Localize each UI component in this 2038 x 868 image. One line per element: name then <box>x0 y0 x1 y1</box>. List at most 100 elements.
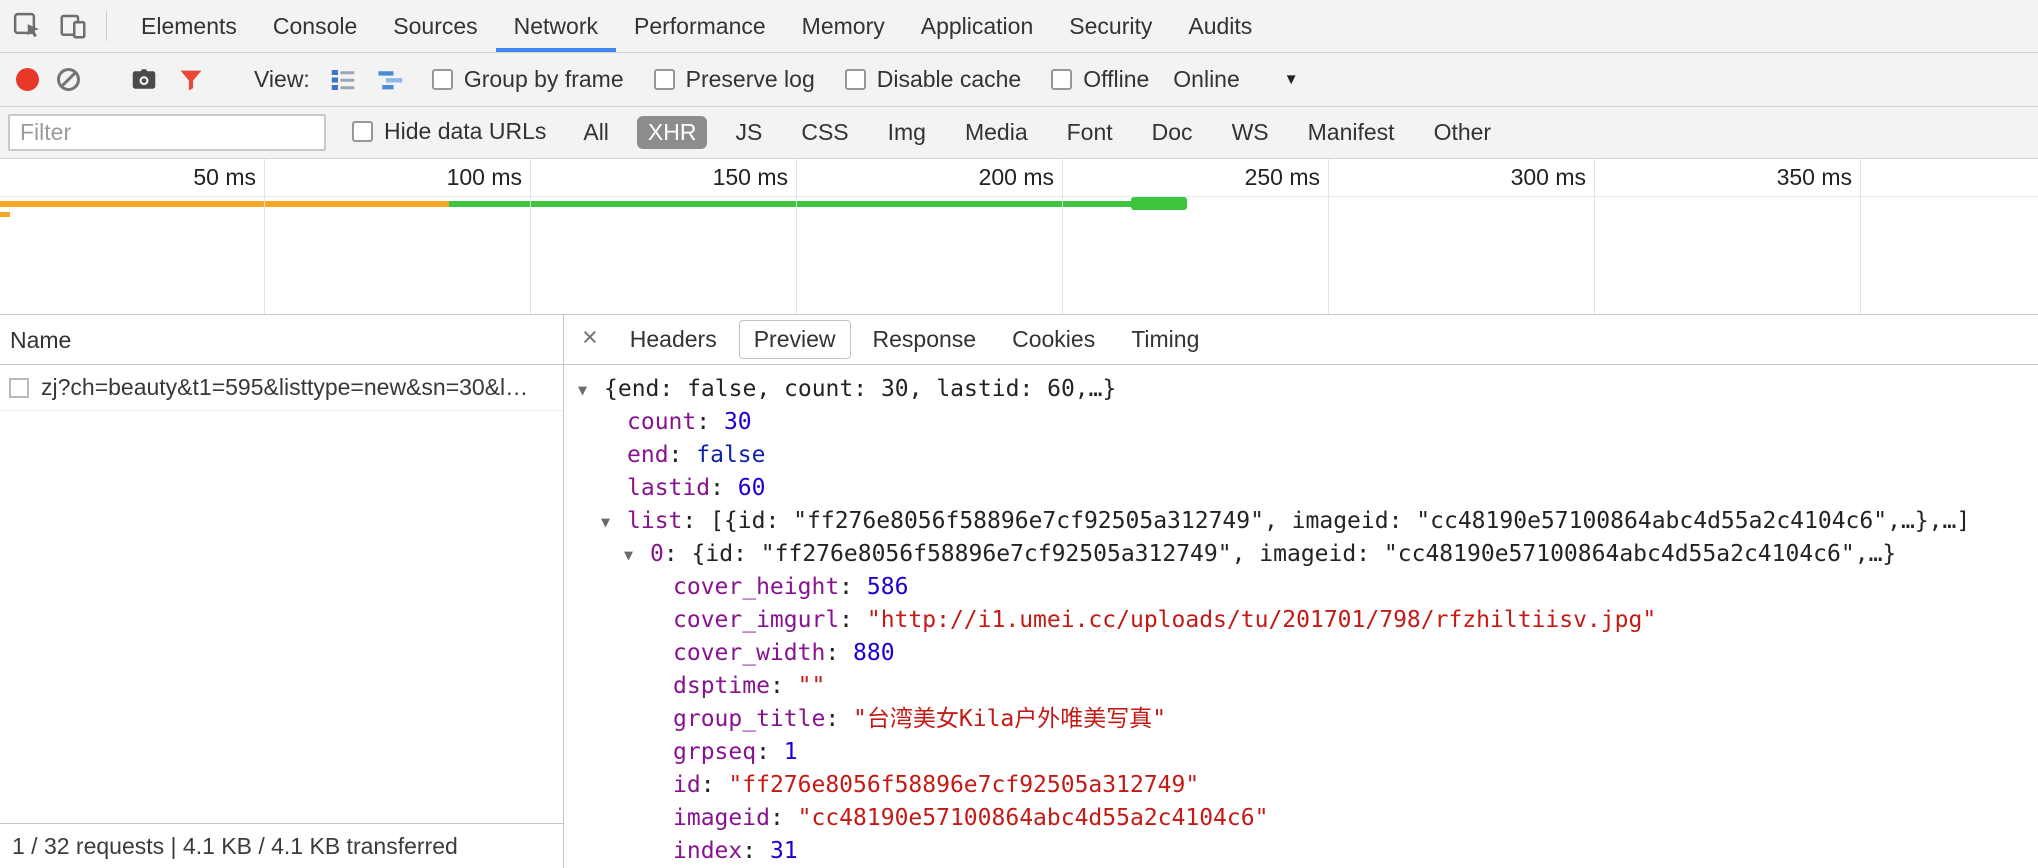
overview-tick-label: 50 ms <box>46 159 256 196</box>
checkbox-hide-data-urls-label: Hide data URLs <box>384 118 546 145</box>
requests-summary-bar: 1 / 32 requests | 4.1 KB / 4.1 KB transf… <box>0 823 563 868</box>
tree-row[interactable]: end: false <box>564 439 2038 472</box>
tree-seg-plain: : [{id: "ff276e8056f58896e7cf92505a31274… <box>682 508 1970 534</box>
checkbox-disable-cache[interactable]: Disable cache <box>845 66 1021 93</box>
tab-memory[interactable]: Memory <box>784 0 903 52</box>
filter-type-other[interactable]: Other <box>1423 116 1503 149</box>
tab-network[interactable]: Network <box>496 0 616 52</box>
tree-seg-plain: : {id: "ff276e8056f58896e7cf92505a312749… <box>664 541 1896 567</box>
timeline-overview[interactable]: 50 ms100 ms150 ms200 ms250 ms300 ms350 m… <box>0 159 2038 315</box>
filter-funnel-icon[interactable] <box>177 66 205 94</box>
overview-waterfall-icon[interactable] <box>376 65 406 95</box>
tree-row[interactable]: ▼list: [{id: "ff276e8056f58896e7cf92505a… <box>564 505 2038 538</box>
overview-gridline <box>1594 159 1595 314</box>
tree-seg-key: dsptime <box>673 673 770 699</box>
filter-type-css[interactable]: CSS <box>790 116 859 149</box>
tree-seg-plain: : <box>701 772 729 798</box>
detail-tab-response[interactable]: Response <box>859 321 991 358</box>
close-detail-icon[interactable]: × <box>572 322 608 357</box>
tree-row[interactable]: lastid: 60 <box>564 472 2038 505</box>
tree-seg-str: "cc48190e57100864abc4d55a2c4104c6" <box>798 805 1269 831</box>
dropdown-arrow-icon[interactable]: ▼ <box>1284 71 1299 88</box>
checkbox-group-by-frame[interactable]: Group by frame <box>432 66 624 93</box>
tree-seg-plain: : <box>825 706 853 732</box>
filter-type-ws[interactable]: WS <box>1221 116 1280 149</box>
tab-elements[interactable]: Elements <box>123 0 255 52</box>
tree-seg-key: imageid <box>673 805 770 831</box>
filter-type-manifest[interactable]: Manifest <box>1297 116 1406 149</box>
detail-tab-timing[interactable]: Timing <box>1117 321 1213 358</box>
filter-type-font[interactable]: Font <box>1056 116 1124 149</box>
tab-application[interactable]: Application <box>903 0 1052 52</box>
tab-security[interactable]: Security <box>1051 0 1170 52</box>
tab-performance[interactable]: Performance <box>616 0 784 52</box>
tree-row[interactable]: ▼0: {id: "ff276e8056f58896e7cf92505a3127… <box>564 538 2038 571</box>
detail-tabs: HeadersPreviewResponseCookiesTiming <box>616 320 1214 359</box>
tree-row[interactable]: grpseq: 1 <box>564 736 2038 769</box>
overview-tick-label: 100 ms <box>312 159 522 196</box>
tree-seg-key: 0 <box>650 541 664 567</box>
tree-seg-num: 30 <box>724 409 752 435</box>
tree-seg-plain: : <box>710 475 738 501</box>
tab-audits[interactable]: Audits <box>1170 0 1270 52</box>
overview-tick-label: 200 ms <box>844 159 1054 196</box>
overview-gridline <box>530 159 531 314</box>
clear-icon[interactable] <box>57 68 80 91</box>
tree-row[interactable]: dsptime: "" <box>564 670 2038 703</box>
request-name: zj?ch=beauty&t1=595&listtype=new&sn=30&l… <box>41 374 528 401</box>
device-toolbar-icon[interactable] <box>58 11 88 41</box>
toolbar-checkboxes: Group by frame Preserve log Disable cache O… <box>432 66 1149 93</box>
tree-row[interactable]: index: 31 <box>564 835 2038 868</box>
waterfall-bar-orange-small <box>0 212 10 217</box>
checkbox-preserve-log-box[interactable] <box>654 69 675 90</box>
tree-seg-key: end <box>627 442 669 468</box>
screenshot-camera-icon[interactable] <box>129 65 159 95</box>
checkbox-preserve-log-label: Preserve log <box>686 66 815 93</box>
inspect-element-icon[interactable] <box>12 11 42 41</box>
detail-tab-cookies[interactable]: Cookies <box>998 321 1109 358</box>
expander-icon[interactable]: ▼ <box>624 539 650 572</box>
expander-icon[interactable]: ▼ <box>578 374 604 407</box>
filter-type-doc[interactable]: Doc <box>1141 116 1204 149</box>
tree-row[interactable]: ▼{end: false, count: 30, lastid: 60,…} <box>564 373 2038 406</box>
tree-row[interactable]: cover_imgurl: "http://i1.umei.cc/uploads… <box>564 604 2038 637</box>
checkbox-disable-cache-box[interactable] <box>845 69 866 90</box>
record-icon[interactable] <box>16 68 39 91</box>
checkbox-offline-box[interactable] <box>1051 69 1072 90</box>
checkbox-hide-data-urls-box[interactable] <box>352 121 373 142</box>
waterfall-bar-green-cap <box>1131 197 1187 210</box>
tree-row[interactable]: imageid: "cc48190e57100864abc4d55a2c4104… <box>564 802 2038 835</box>
checkbox-hide-data-urls[interactable]: Hide data URLs <box>352 118 546 145</box>
tabbar-icons <box>0 0 100 52</box>
tab-console[interactable]: Console <box>255 0 375 52</box>
hide-data-urls-slot: Hide data URLs <box>352 118 546 148</box>
detail-tab-headers[interactable]: Headers <box>616 321 731 358</box>
filter-type-media[interactable]: Media <box>954 116 1039 149</box>
expander-icon[interactable]: ▼ <box>601 506 627 539</box>
detail-tab-preview[interactable]: Preview <box>739 320 851 359</box>
small-request-rows-icon[interactable] <box>328 65 358 95</box>
tree-row[interactable]: count: 30 <box>564 406 2038 439</box>
checkbox-preserve-log[interactable]: Preserve log <box>654 66 815 93</box>
tab-sources[interactable]: Sources <box>375 0 495 52</box>
filter-type-all[interactable]: All <box>572 116 620 149</box>
tree-seg-plain: : <box>742 838 770 864</box>
filter-type-js[interactable]: JS <box>724 116 773 149</box>
tree-row[interactable]: id: "ff276e8056f58896e7cf92505a312749" <box>564 769 2038 802</box>
request-row[interactable]: zj?ch=beauty&t1=595&listtype=new&sn=30&l… <box>0 365 563 411</box>
filter-input[interactable] <box>8 114 326 151</box>
tree-seg-num: 880 <box>853 640 895 666</box>
overview-gridline <box>796 159 797 314</box>
filter-type-img[interactable]: Img <box>877 116 937 149</box>
tree-row[interactable]: cover_width: 880 <box>564 637 2038 670</box>
checkbox-offline[interactable]: Offline <box>1051 66 1149 93</box>
checkbox-group-by-frame-box[interactable] <box>432 69 453 90</box>
throttling-select[interactable]: Online ▼ <box>1173 66 1298 93</box>
name-column-header[interactable]: Name <box>0 315 563 365</box>
tree-row[interactable]: cover_height: 586 <box>564 571 2038 604</box>
tree-seg-str: "http://i1.umei.cc/uploads/tu/201701/798… <box>867 607 1656 633</box>
tree-seg-str: "" <box>798 673 826 699</box>
tree-seg-key: group_title <box>673 706 825 732</box>
filter-type-xhr[interactable]: XHR <box>637 116 708 149</box>
tree-row[interactable]: group_title: "台湾美女Kila户外唯美写真" <box>564 703 2038 736</box>
